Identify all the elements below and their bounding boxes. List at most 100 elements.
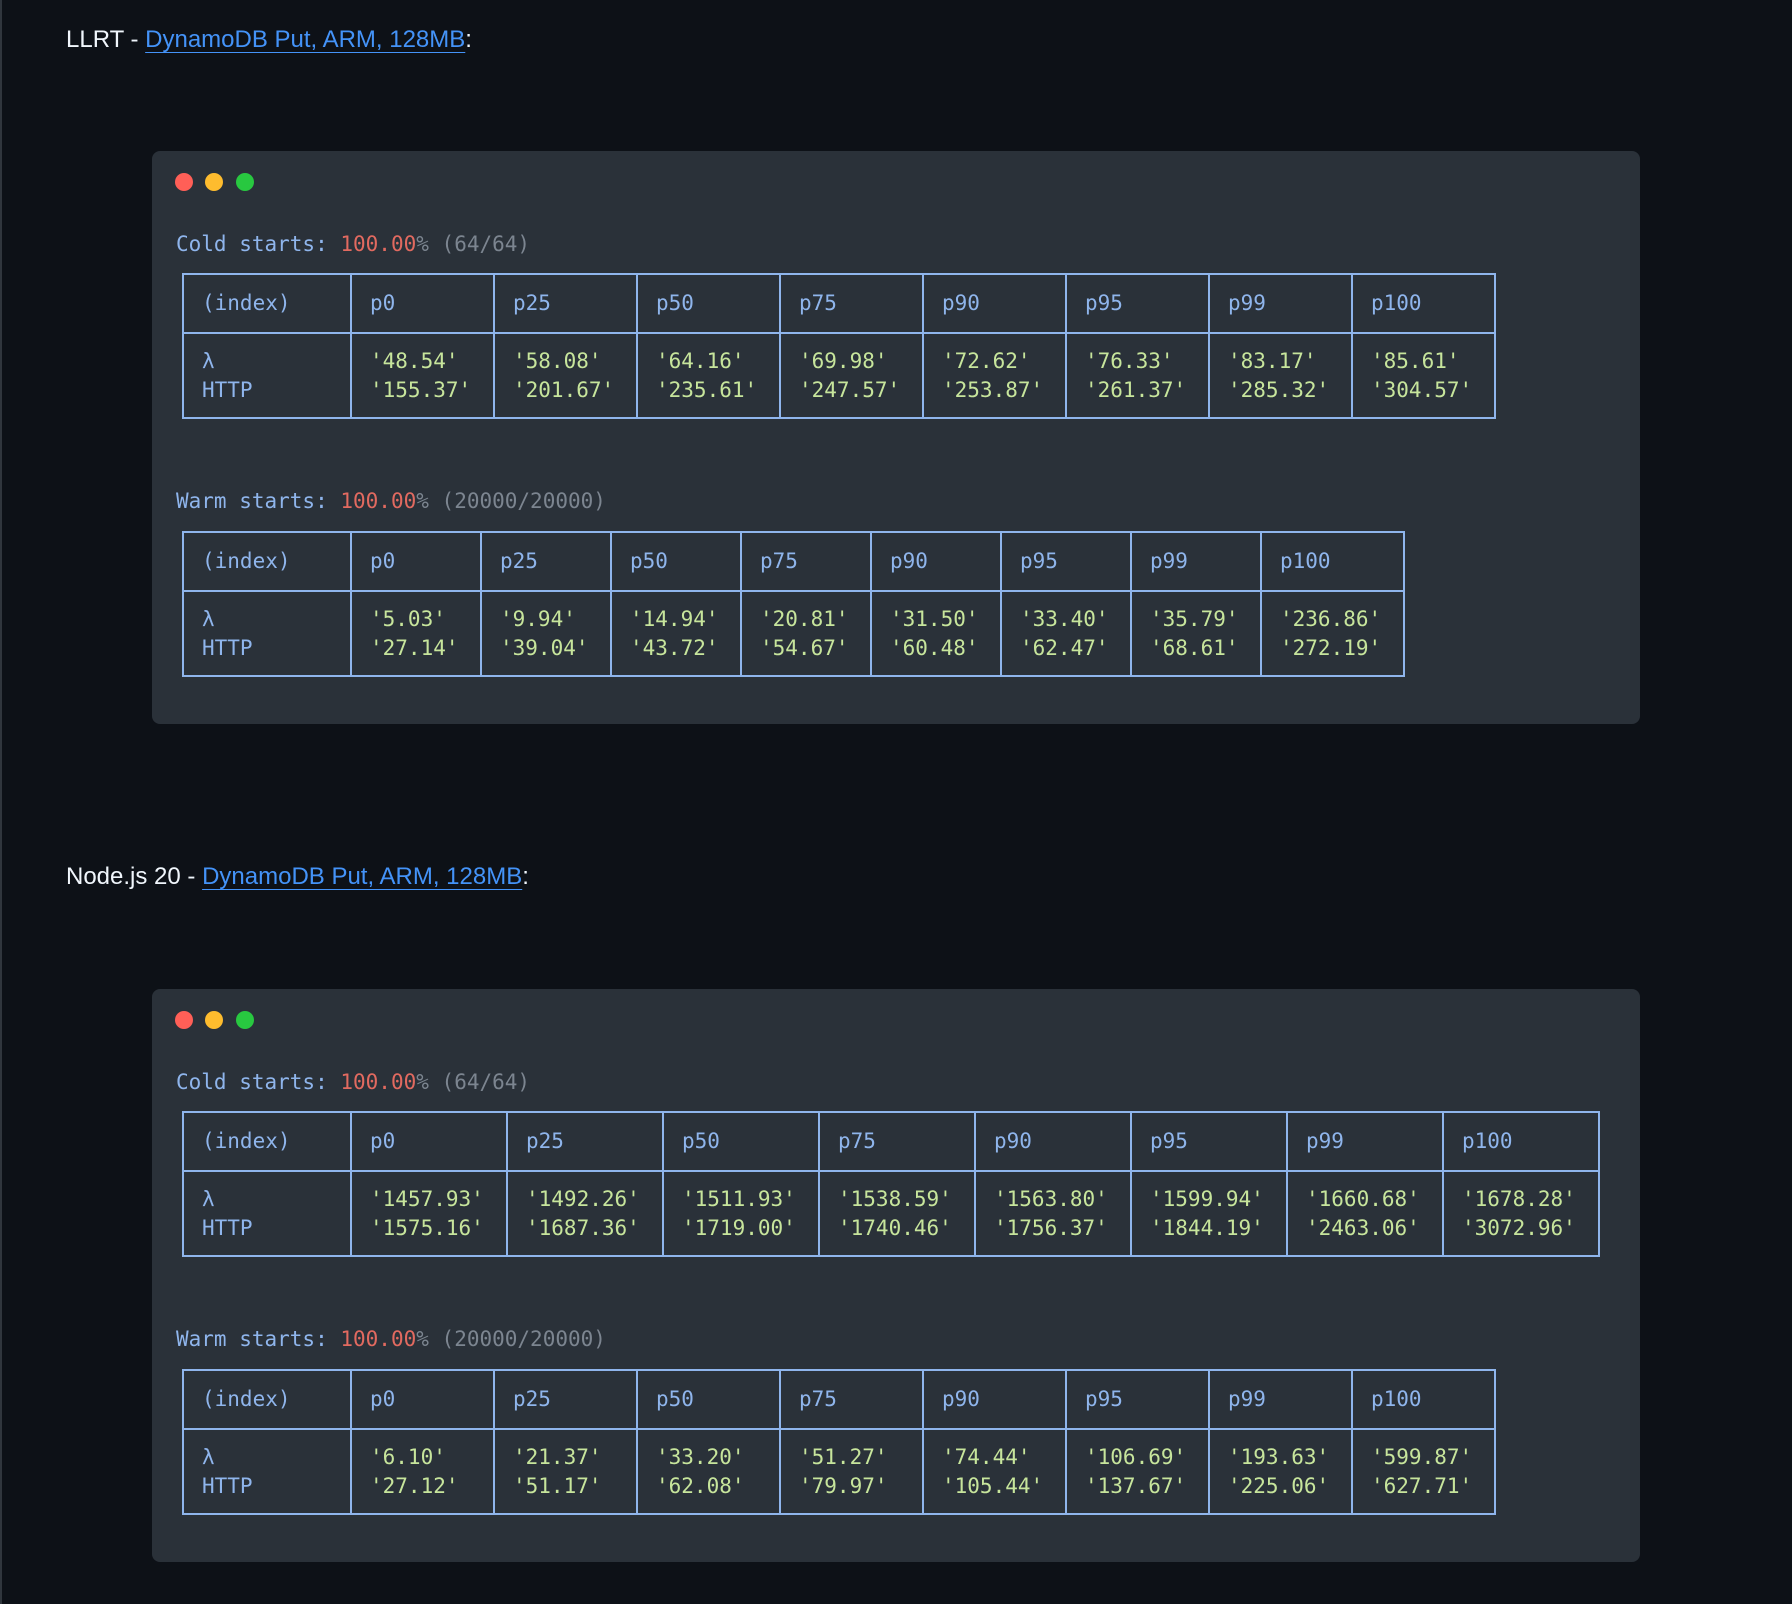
row-label-http: HTTP [202,636,253,660]
value-cell: '74.44' '105.44' [922,1429,1067,1514]
lambda-value: '193.63' [1228,1445,1330,1469]
http-value: '1575.16' [370,1216,484,1240]
row-index-cell: λ HTTP [182,1429,352,1514]
cold-starts-table: (index) p0 p25 p50 p75 p90 p95 p99 p100 … [182,273,1496,419]
heading-prefix: Node.js 20 - [66,863,203,890]
lambda-value: '1599.94' [1150,1187,1264,1211]
stat-count: (20000/20000) [441,1327,606,1351]
column-header: p99 [1130,532,1262,592]
http-value: '155.37' [370,378,472,402]
http-value: '1687.36' [526,1216,640,1240]
value-cell: '31.50' '60.48' [870,591,1002,676]
lambda-value: '33.40' [1020,607,1109,631]
stat-percent-sign: % [416,232,429,256]
column-header: p100 [1351,274,1496,334]
column-header: p0 [350,1112,508,1172]
row-label-http: HTTP [202,1474,253,1498]
column-header: p95 [1000,532,1132,592]
http-value: '201.67' [513,378,615,402]
http-value: '225.06' [1228,1474,1330,1498]
stat-label: Cold starts: [176,232,328,256]
table-header-row: (index) p0 p25 p50 p75 p90 p95 p99 p100 [182,1370,1496,1430]
row-label-http: HTTP [202,1216,253,1240]
table-header-row: (index) p0 p25 p50 p75 p90 p95 p99 p100 [182,1112,1600,1172]
column-header: p50 [636,1370,781,1430]
table-body-row: λ HTTP '48.54' '155.37' '58.08' '201.67' '6… [182,333,1496,418]
value-cell: '236.86' '272.19' [1260,591,1405,676]
value-cell: '76.33' '261.37' [1065,333,1210,418]
minimize-window-dot [205,1011,223,1029]
column-header: p95 [1130,1112,1288,1172]
http-value: '1756.37' [994,1216,1108,1240]
warm-starts-summary: Warm starts: 100.00% (20000/20000) [176,1327,606,1351]
row-label-http: HTTP [202,378,253,402]
value-cell: '6.10' '27.12' [350,1429,495,1514]
value-cell: '1599.94' '1844.19' [1130,1171,1288,1256]
column-header: p75 [818,1112,976,1172]
http-value: '27.12' [370,1474,459,1498]
benchmark-link[interactable]: DynamoDB Put, ARM, 128MB [202,863,522,890]
close-window-dot [175,173,193,191]
stat-percent: 100.00 [340,1070,417,1094]
stat-count: (20000/20000) [441,489,606,513]
cold-starts-summary: Cold starts: 100.00% (64/64) [176,1070,530,1094]
http-value: '285.32' [1228,378,1330,402]
stat-count: (64/64) [441,232,531,256]
value-cell: '9.94' '39.04' [480,591,612,676]
value-cell: '1660.68' '2463.06' [1286,1171,1444,1256]
column-header: p100 [1260,532,1405,592]
lambda-value: '31.50' [890,607,979,631]
value-cell: '1511.93' '1719.00' [662,1171,820,1256]
lambda-value: '64.16' [656,349,745,373]
cold-starts-summary: Cold starts: 100.00% (64/64) [176,232,530,256]
stat-percent-sign: % [416,1070,429,1094]
column-header: p99 [1208,1370,1353,1430]
value-cell: '1678.28' '3072.96' [1442,1171,1600,1256]
http-value: '79.97' [799,1474,888,1498]
http-value: '60.48' [890,636,979,660]
lambda-value: '599.87' [1371,1445,1473,1469]
maximize-window-dot [236,1011,254,1029]
value-cell: '33.20' '62.08' [636,1429,781,1514]
column-header: p25 [480,532,612,592]
http-value: '62.08' [656,1474,745,1498]
section-heading-nodejs: Node.js 20 - DynamoDB Put, ARM, 128MB: [66,861,529,893]
benchmark-link[interactable]: DynamoDB Put, ARM, 128MB [145,26,465,53]
lambda-value: '83.17' [1228,349,1317,373]
http-value: '43.72' [630,636,719,660]
column-header: p0 [350,1370,495,1430]
section-heading-llrt: LLRT - DynamoDB Put, ARM, 128MB: [66,24,472,56]
column-header: p90 [974,1112,1132,1172]
stat-percent-sign: % [416,1327,429,1351]
http-value: '51.17' [513,1474,602,1498]
lambda-value: '69.98' [799,349,888,373]
table-body-row: λ HTTP '5.03' '27.14' '9.94' '39.04' '14.94… [182,591,1405,676]
http-value: '247.57' [799,378,901,402]
http-value: '1740.46' [838,1216,952,1240]
value-cell: '5.03' '27.14' [350,591,482,676]
http-value: '261.37' [1085,378,1187,402]
row-label-lambda: λ [202,1445,215,1469]
column-header: p50 [610,532,742,592]
column-header: p90 [922,1370,1067,1430]
lambda-value: '58.08' [513,349,602,373]
value-cell: '58.08' '201.67' [493,333,638,418]
value-cell: '14.94' '43.72' [610,591,742,676]
column-header: p99 [1286,1112,1444,1172]
value-cell: '69.98' '247.57' [779,333,924,418]
cold-starts-table: (index) p0 p25 p50 p75 p90 p95 p99 p100 … [182,1111,1600,1257]
value-cell: '85.61' '304.57' [1351,333,1496,418]
heading-suffix: : [522,863,529,890]
stat-percent: 100.00 [340,1327,417,1351]
maximize-window-dot [236,173,254,191]
lambda-value: '1563.80' [994,1187,1108,1211]
column-header: (index) [182,274,352,334]
http-value: '54.67' [760,636,849,660]
stat-label: Cold starts: [176,1070,328,1094]
http-value: '627.71' [1371,1474,1473,1498]
lambda-value: '1511.93' [682,1187,796,1211]
column-header: (index) [182,1370,352,1430]
value-cell: '33.40' '62.47' [1000,591,1132,676]
terminal-window-llrt: Cold starts: 100.00% (64/64) (index) p0 … [152,151,1640,724]
heading-prefix: LLRT - [66,26,146,53]
